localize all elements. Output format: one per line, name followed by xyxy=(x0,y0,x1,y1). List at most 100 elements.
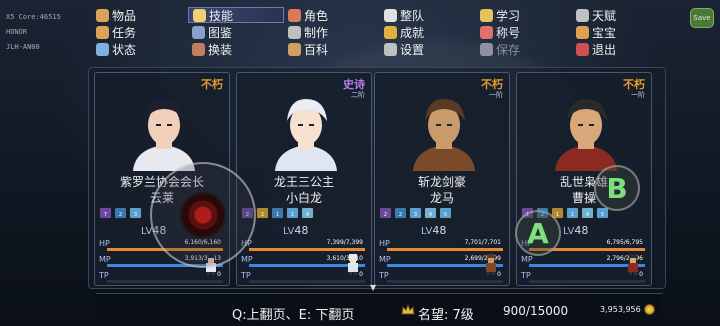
hp-fill xyxy=(249,248,365,251)
state-icons: 723 xyxy=(99,207,142,219)
craft-icon xyxy=(288,25,301,39)
bottom-bar: Q:上翻页、E: 下翻页 名望: 7级 900/15000 xyxy=(96,293,662,325)
menu-item-label: 天赋 xyxy=(592,8,617,23)
virtual-joystick[interactable] xyxy=(150,162,256,268)
crown-icon xyxy=(401,303,415,315)
menu-item-label: 整队 xyxy=(400,8,425,23)
wiki-icon xyxy=(288,42,301,56)
character-sprite xyxy=(486,254,496,275)
menu-item-label: 换装 xyxy=(208,42,233,57)
menu-item-label: 技能 xyxy=(209,8,234,23)
debug-line: JLH-AN00 xyxy=(6,43,40,51)
state-icon: 2 xyxy=(394,207,407,219)
menu-item[interactable]: 天赋 xyxy=(572,7,668,23)
reputation-value: 900/15000 xyxy=(503,304,569,318)
hp-bar: HP 7,701/7,701 xyxy=(379,239,503,251)
state-icon: 2 xyxy=(379,207,392,219)
menu-item-label: 保存 xyxy=(496,42,521,57)
menu-item-label: 图鉴 xyxy=(208,25,233,40)
status-icon xyxy=(96,42,109,56)
level-value: 48 xyxy=(574,224,589,237)
state-icon: 4 xyxy=(581,207,594,219)
coin-icon xyxy=(643,304,655,315)
hp-label: HP xyxy=(99,239,110,248)
menu-item-label: 角色 xyxy=(304,8,329,23)
tp-label: TP xyxy=(521,271,531,280)
level-display: LV48 xyxy=(283,224,308,237)
menu-item[interactable]: 设置 xyxy=(380,41,476,57)
trophy-icon xyxy=(384,25,397,39)
rarity-label: 不朽 xyxy=(201,78,223,91)
debug-line: X5 Core:46515 xyxy=(6,13,61,21)
menu-item[interactable]: 状态 xyxy=(92,41,188,57)
hp-fill xyxy=(387,248,503,251)
state-icon: 2 xyxy=(114,207,127,219)
menu-item-label: 宝宝 xyxy=(592,25,617,40)
quick-save-button[interactable]: Save xyxy=(690,8,714,28)
character-card[interactable]: 不朽 一阶 斩龙剑豪 龙马 22345 LV48 HP 7,701/7,701 … xyxy=(374,72,510,286)
state-icon: 5 xyxy=(439,207,452,219)
level-prefix: LV xyxy=(563,226,575,237)
hp-value: 6,795/6,795 xyxy=(606,239,643,246)
menu-item[interactable]: 百科 xyxy=(284,41,380,57)
mp-label: MP xyxy=(241,255,253,264)
menu-item[interactable]: 学习 xyxy=(476,7,572,23)
menu-item[interactable]: 物品 xyxy=(92,7,188,23)
menu-item-label: 退出 xyxy=(592,42,617,57)
hp-value: 7,701/7,701 xyxy=(464,239,501,246)
menu-item[interactable]: 角色 xyxy=(284,7,380,23)
gold-amount: 3,953,956 xyxy=(600,305,641,314)
hp-bar: HP 7,399/7,399 xyxy=(241,239,365,251)
joystick-knob[interactable] xyxy=(180,192,226,238)
character-name: 龙马 xyxy=(429,191,454,205)
menu-item[interactable]: 换装 xyxy=(188,41,284,57)
level-display: LV48 xyxy=(421,224,446,237)
menu-item-label: 成就 xyxy=(400,25,425,40)
menu-item[interactable]: 图鉴 xyxy=(188,24,284,40)
atlas-icon xyxy=(192,25,205,39)
debug-info: X5 Core:46515 HONOR JLH-AN00 xyxy=(6,10,61,55)
menu-item[interactable]: 保存 xyxy=(476,41,572,57)
menu-item-label: 称号 xyxy=(496,25,521,40)
quest-icon xyxy=(96,25,109,39)
state-icon: 1 xyxy=(271,207,284,219)
state-icon: 4 xyxy=(424,207,437,219)
a-button[interactable]: A xyxy=(515,210,561,256)
page-nav-hint: Q:上翻页、E: 下翻页 xyxy=(232,308,355,323)
menu-item-label: 制作 xyxy=(304,25,329,40)
menu-item[interactable]: 技能 xyxy=(188,7,284,23)
stage-label: 二阶 xyxy=(351,91,365,99)
state-icons: 22345 xyxy=(379,207,452,219)
menu-item-label: 物品 xyxy=(112,8,137,23)
flag-icon xyxy=(384,8,397,22)
menu-item[interactable]: 任务 xyxy=(92,24,188,40)
level-display: LV48 xyxy=(563,224,588,237)
rank-icon xyxy=(480,25,493,39)
menu-item-label: 设置 xyxy=(400,42,425,57)
character-card[interactable]: 史诗 二阶 龙王三公主 小白龙 22114 LV48 HP 7,399/7,39… xyxy=(236,72,372,286)
character-portrait xyxy=(133,99,195,171)
tp-label: TP xyxy=(379,271,389,280)
moon-icon xyxy=(193,8,206,22)
mp-label: MP xyxy=(99,255,111,264)
scroll-down-icon[interactable]: ▼ xyxy=(370,283,376,292)
menu-item[interactable]: 称号 xyxy=(476,24,572,40)
tp-label: TP xyxy=(99,271,109,280)
character-portrait xyxy=(555,99,617,171)
b-button[interactable]: B xyxy=(594,165,640,211)
book-icon xyxy=(288,8,301,22)
pet-icon xyxy=(576,25,589,39)
character-sprite xyxy=(628,254,638,275)
hp-label: HP xyxy=(379,239,390,248)
menu-item[interactable]: 制作 xyxy=(284,24,380,40)
menu-item-label: 任务 xyxy=(112,25,137,40)
state-icon: 2 xyxy=(256,207,269,219)
menu-item[interactable]: 成就 xyxy=(380,24,476,40)
hp-value: 7,399/7,399 xyxy=(326,239,363,246)
menu-item[interactable]: 退出 xyxy=(572,41,668,57)
menu-item[interactable]: 整队 xyxy=(380,7,476,23)
state-icon: 4 xyxy=(301,207,314,219)
character-sprite xyxy=(348,254,358,275)
menu-item[interactable]: 宝宝 xyxy=(572,24,668,40)
character-name: 小白龙 xyxy=(285,191,322,205)
